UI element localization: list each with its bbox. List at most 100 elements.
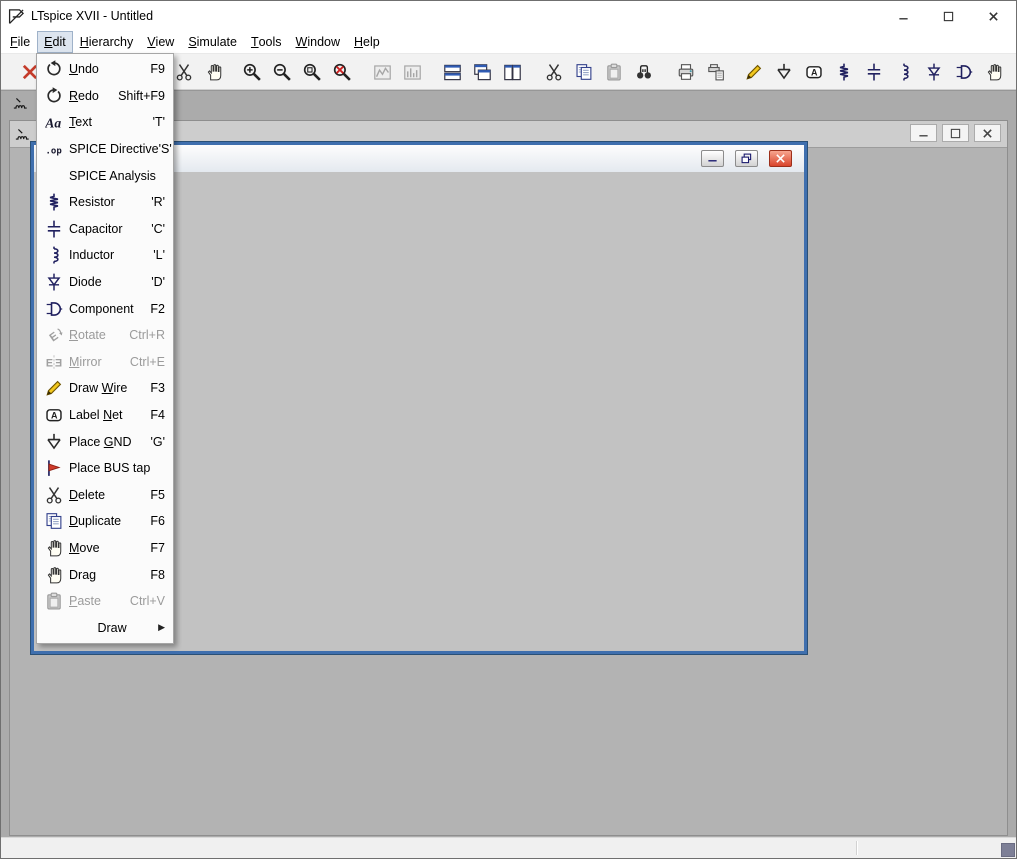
- menu-item-undo[interactable]: UndoF9: [37, 56, 173, 83]
- maximize-button[interactable]: [942, 124, 969, 142]
- menu-simulate[interactable]: Simulate: [181, 31, 244, 53]
- minimize-icon: [918, 128, 929, 139]
- resistor-button[interactable]: [829, 57, 859, 87]
- statusbar-divider: [856, 841, 858, 855]
- minimize-button[interactable]: [910, 124, 937, 142]
- close-icon: [775, 153, 786, 164]
- plot-pane-icon: [373, 63, 392, 82]
- restore-icon: [741, 153, 752, 164]
- menu-item-place-gnd[interactable]: Place GND'G': [37, 428, 173, 455]
- toolbar-group-1: [169, 57, 229, 87]
- zoom-in-button[interactable]: [237, 57, 267, 87]
- component-button[interactable]: [949, 57, 979, 87]
- menu-edit[interactable]: Edit: [37, 31, 73, 53]
- tile-vertical-button[interactable]: [497, 57, 527, 87]
- menu-item-place-bus-tap[interactable]: Place BUS tap: [37, 455, 173, 482]
- cut-icon: [545, 63, 563, 81]
- print-preview-button[interactable]: [701, 57, 731, 87]
- label-net-button[interactable]: A: [799, 57, 829, 87]
- minimize-button[interactable]: [881, 1, 926, 31]
- svg-text:E: E: [46, 357, 53, 369]
- tile-horizontal-button[interactable]: [437, 57, 467, 87]
- paste-button[interactable]: [599, 57, 629, 87]
- plot-pane-button[interactable]: [367, 57, 397, 87]
- menu-item-text[interactable]: AaText'T': [37, 109, 173, 136]
- menu-item-paste[interactable]: PasteCtrl+V: [37, 588, 173, 615]
- zoom-clear-icon: [333, 63, 352, 82]
- toolbar-group-4: [437, 57, 527, 87]
- zoom-full-extents-button[interactable]: [297, 57, 327, 87]
- find-button[interactable]: [629, 57, 659, 87]
- ltspice-main-window: LTspice XVII - Untitled FileEditHierarch…: [0, 0, 1017, 859]
- close-button[interactable]: [971, 1, 1016, 31]
- place-gnd-button[interactable]: [769, 57, 799, 87]
- svg-text:.op: .op: [45, 146, 62, 156]
- draw-wire-button[interactable]: [739, 57, 769, 87]
- menu-item-spice-directive[interactable]: .opSPICE Directive'S': [37, 136, 173, 163]
- draw-wire-icon: [42, 378, 66, 398]
- move-icon: [42, 538, 66, 558]
- menu-item-inductor[interactable]: Inductor'L': [37, 242, 173, 269]
- menu-item-redo[interactable]: RedoShift+F9: [37, 83, 173, 110]
- schematic-window-icon: [13, 95, 31, 113]
- menu-tools[interactable]: Tools: [244, 31, 289, 53]
- copy-button[interactable]: [569, 57, 599, 87]
- menu-file[interactable]: File: [3, 31, 37, 53]
- svg-text:E: E: [48, 330, 61, 344]
- move-button[interactable]: [979, 57, 1009, 87]
- resize-grip[interactable]: [1001, 843, 1015, 857]
- close-button[interactable]: [974, 124, 1001, 142]
- menu-item-drag[interactable]: DragF8: [37, 561, 173, 588]
- zoom-out-icon: [273, 63, 292, 82]
- restore-button[interactable]: [735, 150, 758, 167]
- zoom-clear-button[interactable]: [327, 57, 357, 87]
- menu-help[interactable]: Help: [347, 31, 387, 53]
- no-icon: [42, 618, 66, 638]
- maximize-icon: [943, 11, 954, 22]
- svg-text:E: E: [55, 357, 62, 369]
- minimize-icon: [707, 153, 718, 164]
- menu-item-duplicate[interactable]: DuplicateF6: [37, 508, 173, 535]
- maximize-button[interactable]: [926, 1, 971, 31]
- plot-settings-button[interactable]: [397, 57, 427, 87]
- close-icon: [982, 128, 993, 139]
- menu-item-delete[interactable]: DeleteF5: [37, 482, 173, 509]
- print-button[interactable]: [671, 57, 701, 87]
- menu-item-capacitor[interactable]: Capacitor'C': [37, 216, 173, 243]
- menu-item-component[interactable]: ComponentF2: [37, 295, 173, 322]
- zoom-out-button[interactable]: [267, 57, 297, 87]
- background-window-controls: [910, 124, 1001, 142]
- menu-hierarchy[interactable]: Hierarchy: [73, 31, 141, 53]
- menu-item-resistor[interactable]: Resistor'R': [37, 189, 173, 216]
- redo-icon: [42, 86, 66, 106]
- svg-text:A: A: [51, 410, 58, 420]
- menu-item-label-net[interactable]: ALabel NetF4: [37, 402, 173, 429]
- menu-view[interactable]: View: [140, 31, 181, 53]
- mirror-icon: EE: [42, 352, 66, 372]
- menu-window[interactable]: Window: [289, 31, 347, 53]
- cascade-windows-button[interactable]: [467, 57, 497, 87]
- undo-icon: [42, 59, 66, 79]
- menu-item-spice-analysis[interactable]: SPICE Analysis: [37, 162, 173, 189]
- inductor-button[interactable]: [889, 57, 919, 87]
- minimize-button[interactable]: [701, 150, 724, 167]
- draw-wire-icon: [745, 63, 763, 81]
- label-net-icon: A: [42, 405, 66, 425]
- menu-item-move[interactable]: MoveF7: [37, 535, 173, 562]
- pan-button[interactable]: [199, 57, 229, 87]
- menu-item-diode[interactable]: Diode'D': [37, 269, 173, 296]
- menu-item-draw-wire[interactable]: Draw WireF3: [37, 375, 173, 402]
- close-icon: [988, 11, 999, 22]
- menu-item-rotate[interactable]: ERotateCtrl+R: [37, 322, 173, 349]
- menu-item-mirror[interactable]: EEMirrorCtrl+E: [37, 349, 173, 376]
- tile-horizontal-icon: [443, 63, 462, 82]
- capacitor-button[interactable]: [859, 57, 889, 87]
- cut-button[interactable]: [539, 57, 569, 87]
- close-button[interactable]: [769, 150, 792, 167]
- menu-item-draw[interactable]: Draw▶: [37, 614, 173, 641]
- active-window-controls: [701, 150, 792, 167]
- print-preview-icon: [707, 63, 725, 81]
- titlebar[interactable]: LTspice XVII - Untitled: [1, 1, 1016, 31]
- label-net-icon: A: [805, 63, 823, 81]
- diode-button[interactable]: [919, 57, 949, 87]
